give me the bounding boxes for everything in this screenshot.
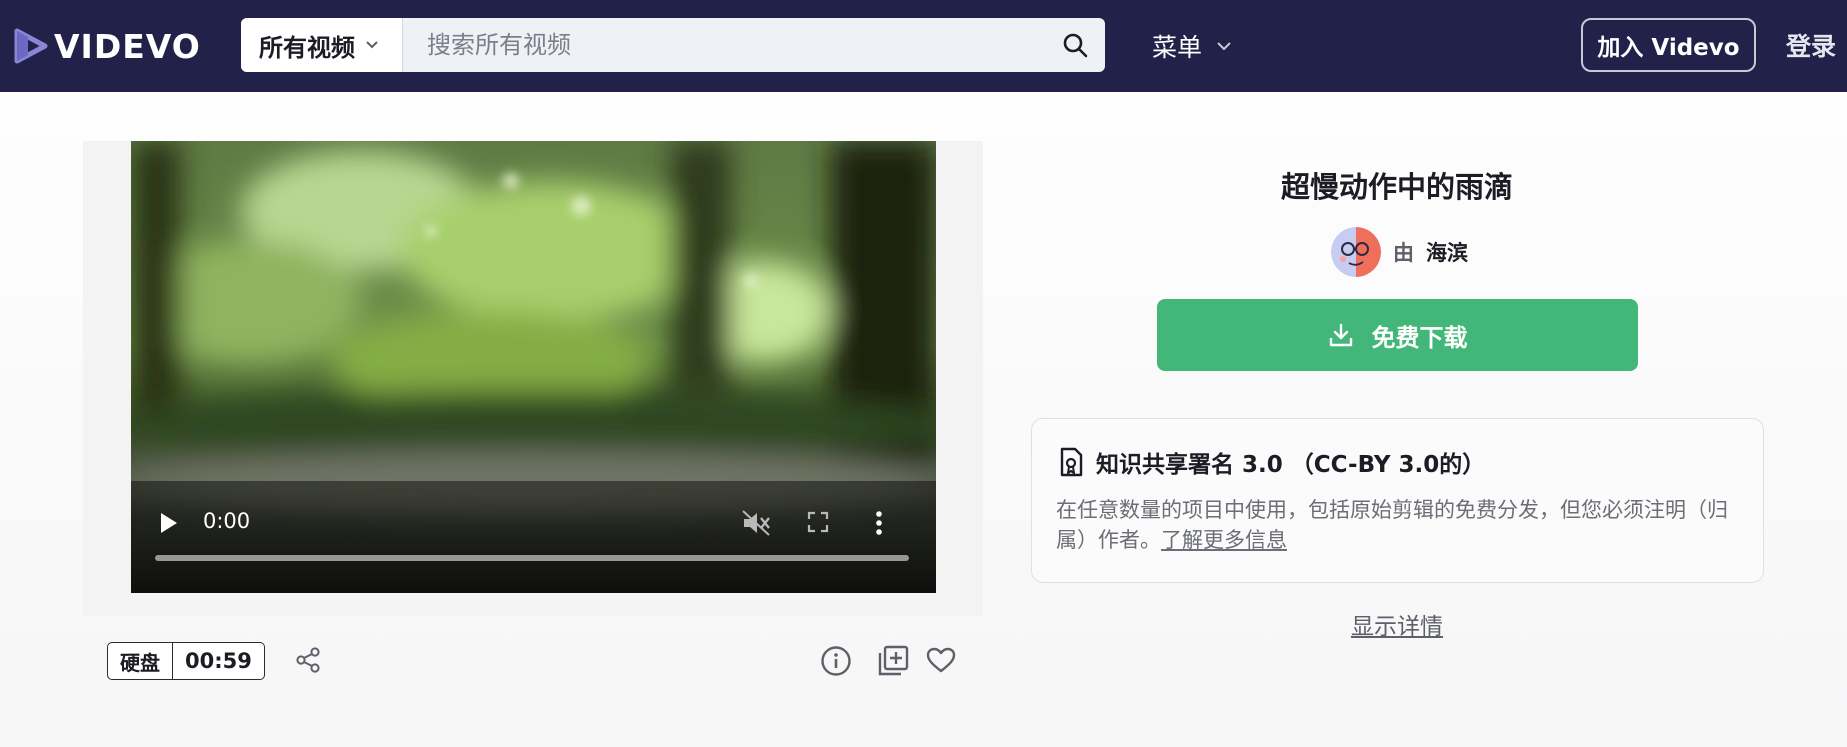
free-download-button[interactable]: 免费下载 [1157, 299, 1638, 371]
author-info[interactable]: 由 海滨 [1331, 227, 1468, 277]
search-button[interactable] [1045, 18, 1105, 72]
license-text: 在任意数量的项目中使用，包括原始剪辑的免费分发，但您必须注明（归属）作者。 [1056, 498, 1728, 552]
video-player[interactable]: 0:00 [131, 141, 936, 593]
chevron-down-icon [366, 41, 378, 49]
current-time: 0:00 [203, 509, 251, 533]
download-label: 免费下载 [1371, 323, 1468, 352]
license-title: 知识共享署名 3.0 （CC-BY 3.0的） [1096, 452, 1486, 478]
top-navigation-bar: VIDEVO 所有视频 菜单 加入 Videvo 登录 [0, 0, 1847, 92]
share-icon[interactable] [294, 646, 322, 674]
chevron-down-icon [1217, 42, 1231, 51]
author-name[interactable]: 海滨 [1426, 237, 1468, 267]
clip-info-badge: 硬盘 00:59 [107, 642, 265, 680]
join-videvo-button[interactable]: 加入 Videvo [1581, 18, 1756, 72]
mute-icon[interactable] [741, 509, 771, 537]
author-prefix: 由 [1393, 241, 1414, 265]
menu-dropdown[interactable]: 菜单 [1152, 26, 1232, 66]
license-header: 知识共享署名 3.0 （CC-BY 3.0的） [1058, 445, 1485, 479]
clip-type-label: 硬盘 [108, 643, 173, 679]
search-input[interactable] [403, 18, 1045, 72]
login-link[interactable]: 登录 [1786, 27, 1836, 63]
search-category-dropdown[interactable]: 所有视频 [241, 18, 403, 72]
add-to-collection-icon[interactable] [876, 644, 910, 678]
video-progress-bar[interactable] [155, 555, 909, 561]
show-details-link[interactable]: 显示详情 [1032, 607, 1762, 641]
info-icon[interactable] [820, 645, 852, 677]
fullscreen-icon[interactable] [807, 511, 829, 533]
video-title: 超慢动作中的雨滴 [1280, 170, 1513, 204]
learn-more-link[interactable]: 了解更多信息 [1161, 528, 1287, 552]
videvo-logo[interactable]: VIDEVO [14, 26, 201, 66]
videvo-logo-icon [14, 28, 48, 64]
license-icon [1060, 447, 1083, 477]
search-bar: 所有视频 [241, 18, 1105, 72]
avatar[interactable] [1331, 227, 1381, 277]
search-icon [1063, 33, 1088, 58]
logo-text: VIDEVO [54, 26, 201, 66]
video-frame: 0:00 [83, 141, 983, 616]
video-meta-row: 硬盘 00:59 [107, 641, 265, 681]
license-card: 知识共享署名 3.0 （CC-BY 3.0的） 在任意数量的项目中使用，包括原始… [1031, 418, 1764, 583]
clip-duration: 00:59 [185, 649, 252, 673]
menu-label: 菜单 [1152, 33, 1203, 62]
download-icon [1329, 323, 1352, 347]
search-category-label: 所有视频 [259, 33, 355, 62]
more-vertical-icon[interactable] [873, 509, 885, 537]
play-icon[interactable] [157, 509, 181, 537]
license-description: 在任意数量的项目中使用，包括原始剪辑的免费分发，但您必须注明（归属）作者。了解更… [1056, 495, 1746, 555]
heart-icon[interactable] [926, 646, 956, 674]
